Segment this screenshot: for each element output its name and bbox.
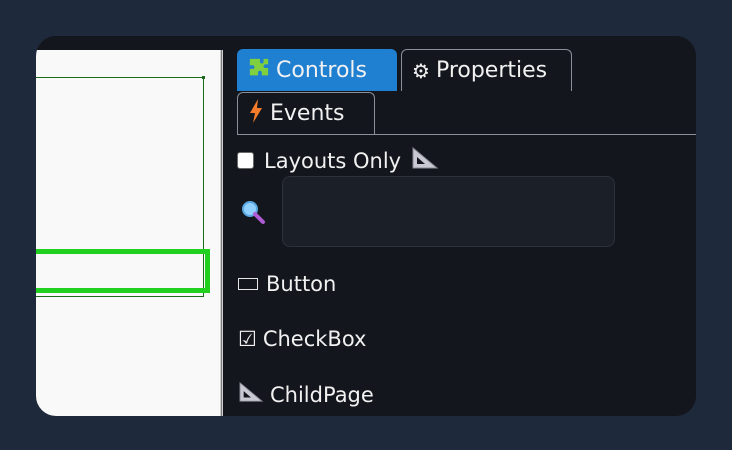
control-item-label: ChildPage xyxy=(270,382,374,407)
search-input[interactable] xyxy=(282,176,615,247)
button-icon xyxy=(238,278,258,290)
puzzle-icon xyxy=(248,57,270,84)
tab-properties-label: Properties xyxy=(435,58,548,83)
designer-window: Controls ⚙ Properties Events Layouts Onl… xyxy=(36,36,696,416)
triangle-ruler-icon xyxy=(238,381,264,408)
control-item-checkbox[interactable]: ☑ CheckBox xyxy=(238,327,366,351)
lightning-icon xyxy=(248,99,264,128)
tab-controls[interactable]: Controls xyxy=(237,49,397,91)
design-canvas[interactable] xyxy=(36,50,220,416)
checkbox-icon: ☑ xyxy=(238,327,257,351)
control-item-label: Button xyxy=(266,272,337,296)
toolbox-panel: Controls ⚙ Properties Events Layouts Onl… xyxy=(233,36,696,416)
control-item-button[interactable]: Button xyxy=(238,272,336,296)
tab-strip-divider xyxy=(237,134,696,135)
pane-splitter[interactable] xyxy=(220,50,223,416)
triangle-ruler-icon xyxy=(411,146,439,175)
outline-corner-handle[interactable] xyxy=(202,76,205,79)
selected-control[interactable] xyxy=(36,249,210,293)
layouts-only-checkbox[interactable] xyxy=(237,152,254,169)
search-icon xyxy=(240,199,266,225)
tab-events[interactable]: Events xyxy=(237,92,375,134)
tab-events-label: Events xyxy=(270,101,345,126)
control-item-label: CheckBox xyxy=(262,327,367,351)
tab-properties[interactable]: ⚙ Properties xyxy=(401,49,572,91)
gear-icon: ⚙ xyxy=(412,58,430,83)
layouts-only-label: Layouts Only xyxy=(264,148,402,173)
layouts-only-filter[interactable]: Layouts Only xyxy=(237,146,439,175)
control-item-childpage[interactable]: ChildPage xyxy=(238,381,374,408)
tab-controls-label: Controls xyxy=(276,58,367,83)
